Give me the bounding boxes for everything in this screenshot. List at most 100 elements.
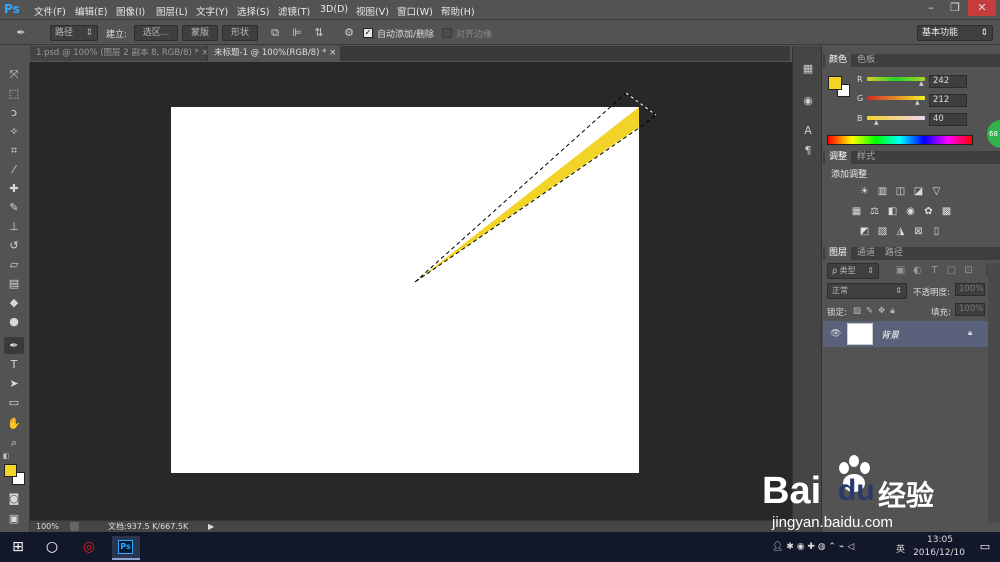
slider-thumb-icon[interactable]: ▲ (874, 119, 879, 126)
quick-mask-icon[interactable]: ◙ (4, 490, 24, 507)
eyedropper-tool-icon[interactable]: ⁄ (4, 161, 24, 178)
tab-doc-1[interactable]: 1.psd @ 100% (图层 2 副本 8, RGB/8) * × (30, 46, 209, 61)
r-value-input[interactable]: 242 (929, 75, 967, 88)
filter-type-icon[interactable]: T (929, 265, 940, 276)
badge[interactable]: 68 (987, 120, 1000, 148)
slider-thumb-icon[interactable]: ▲ (919, 80, 924, 87)
notification-icon[interactable]: ▭ (976, 538, 994, 556)
default-colors-icon[interactable]: ◧ (3, 452, 11, 460)
g-value-input[interactable]: 212 (929, 94, 967, 107)
layer-filter-select[interactable]: ρ 类型 ⇕ (827, 263, 879, 279)
move-tool-icon[interactable]: ⤧ (4, 66, 24, 83)
layers-scrollbar[interactable] (988, 263, 1000, 523)
gradient-map-icon[interactable]: ▯ (931, 226, 942, 237)
tab-adjustments[interactable]: 调整 (825, 151, 852, 164)
invert-icon[interactable]: ◩ (859, 226, 870, 237)
blend-mode-select[interactable]: 正常 ⇕ (827, 283, 907, 299)
curves-icon[interactable]: ◫ (895, 186, 906, 197)
lock-icons[interactable]: ▨✎✥🔒︎ (853, 306, 900, 316)
hand-tool-icon[interactable]: ✋ (4, 415, 24, 432)
path-alignment-icon[interactable]: ⊫ (290, 26, 304, 40)
pen-tool-icon[interactable]: ✒ (4, 337, 24, 354)
tab-paths[interactable]: 路径 (881, 247, 907, 260)
menu-window[interactable]: 窗口(W) (397, 4, 433, 18)
hue-saturation-icon[interactable]: ▦ (851, 206, 862, 217)
brush-tool-icon[interactable]: ✎ (4, 199, 24, 216)
foreground-color-swatch[interactable] (828, 76, 842, 90)
color-spectrum[interactable] (827, 135, 973, 145)
r-slider[interactable] (867, 77, 925, 81)
gradient-tool-icon[interactable]: ▤ (4, 275, 24, 292)
canvas-area[interactable] (30, 62, 792, 520)
restore-button[interactable]: ❐ (944, 0, 966, 16)
dodge-tool-icon[interactable]: ● (4, 313, 24, 330)
selective-color-icon[interactable]: ⊠ (913, 226, 924, 237)
fill-input[interactable]: 100% (955, 303, 985, 316)
taskbar-photoshop[interactable]: Ps (112, 536, 140, 560)
tab-swatches[interactable]: 色板 (853, 54, 879, 67)
foreground-color-swatch[interactable] (4, 464, 17, 477)
exposure-icon[interactable]: ◪ (913, 186, 924, 197)
clock-time[interactable]: 13:05 (914, 535, 966, 545)
tab-layers[interactable]: 图层 (825, 247, 852, 260)
menu-type[interactable]: 文字(Y) (196, 4, 228, 18)
quick-select-tool-icon[interactable]: ✧ (4, 123, 24, 140)
auto-add-delete-checkbox[interactable]: ✓ (363, 28, 373, 38)
channel-mixer-icon[interactable]: ✿ (923, 206, 934, 217)
eye-icon[interactable]: 👁︎ (830, 329, 841, 339)
black-white-icon[interactable]: ◧ (887, 206, 898, 217)
stamp-tool-icon[interactable]: ⊥ (4, 218, 24, 235)
rectangle-tool-icon[interactable]: ▭ (4, 394, 24, 411)
slider-thumb-icon[interactable]: ▲ (915, 99, 920, 106)
history-panel-icon[interactable]: ▦ (800, 61, 816, 77)
selection-button[interactable]: 选区... (134, 25, 178, 41)
photo-filter-icon[interactable]: ◉ (905, 206, 916, 217)
tray-icons[interactable]: 👤︎ ✱ ◉ ✚ ◍ ⌃ ⌁ ◁ (772, 542, 854, 552)
filter-adjust-icon[interactable]: ◐ (912, 265, 923, 276)
blur-tool-icon[interactable]: ◆ (4, 294, 24, 311)
mask-button[interactable]: 蒙版 (182, 25, 218, 41)
filter-pixel-icon[interactable]: ▣ (895, 265, 906, 276)
type-tool-icon[interactable]: T (4, 356, 24, 373)
minimize-button[interactable]: – (920, 0, 942, 16)
filter-shape-icon[interactable]: ▢ (946, 265, 957, 276)
tab-color[interactable]: 颜色 (825, 54, 852, 67)
windows-start-icon[interactable]: ⊞ (9, 538, 27, 556)
menu-edit[interactable]: 编辑(E) (75, 4, 107, 18)
path-select-tool-icon[interactable]: ➤ (4, 375, 24, 392)
crop-tool-icon[interactable]: ⌗ (4, 142, 24, 159)
threshold-icon[interactable]: ◮ (895, 226, 906, 237)
menu-view[interactable]: 视图(V) (356, 4, 389, 18)
posterize-icon[interactable]: ▧ (877, 226, 888, 237)
menu-help[interactable]: 帮助(H) (441, 4, 475, 18)
cortana-icon[interactable]: ○ (43, 538, 61, 556)
filter-smart-icon[interactable]: ⊡ (963, 265, 974, 276)
gear-icon[interactable]: ⚙ (342, 26, 356, 40)
align-edges-checkbox[interactable] (442, 28, 452, 38)
color-lookup-icon[interactable]: ▩ (941, 206, 952, 217)
vibrance-icon[interactable]: ▽ (931, 186, 942, 197)
menu-select[interactable]: 选择(S) (237, 4, 269, 18)
mode-select[interactable]: 路径 ⇕ (50, 25, 98, 41)
menu-layer[interactable]: 图层(L) (156, 4, 188, 18)
tab-channels[interactable]: 通道 (853, 247, 879, 260)
menu-3d[interactable]: 3D(D) (320, 4, 348, 15)
history-brush-tool-icon[interactable]: ↺ (4, 237, 24, 254)
eraser-tool-icon[interactable]: ▱ (4, 256, 24, 273)
opera-icon[interactable]: ◎ (80, 538, 98, 556)
close-icon[interactable]: × (329, 48, 336, 58)
close-button[interactable]: ✕ (968, 0, 996, 16)
menu-image[interactable]: 图像(I) (116, 4, 145, 18)
paragraph-panel-icon[interactable]: ¶ (800, 143, 816, 159)
shape-button[interactable]: 形状 (222, 25, 258, 41)
color-balance-icon[interactable]: ⚖ (869, 206, 880, 217)
character-panel-icon[interactable]: A (800, 123, 816, 139)
properties-panel-icon[interactable]: ◉ (800, 93, 816, 109)
menu-file[interactable]: 文件(F) (34, 4, 66, 18)
workspace-select[interactable]: 基本功能 ⇕ (917, 25, 993, 41)
screen-mode-icon[interactable]: ▣ (4, 510, 24, 527)
healing-brush-tool-icon[interactable]: ✚ (4, 180, 24, 197)
brightness-icon[interactable]: ☀ (859, 186, 870, 197)
marquee-tool-icon[interactable]: ⬚ (4, 85, 24, 102)
path-operations-icon[interactable]: ⧉ (268, 26, 282, 40)
